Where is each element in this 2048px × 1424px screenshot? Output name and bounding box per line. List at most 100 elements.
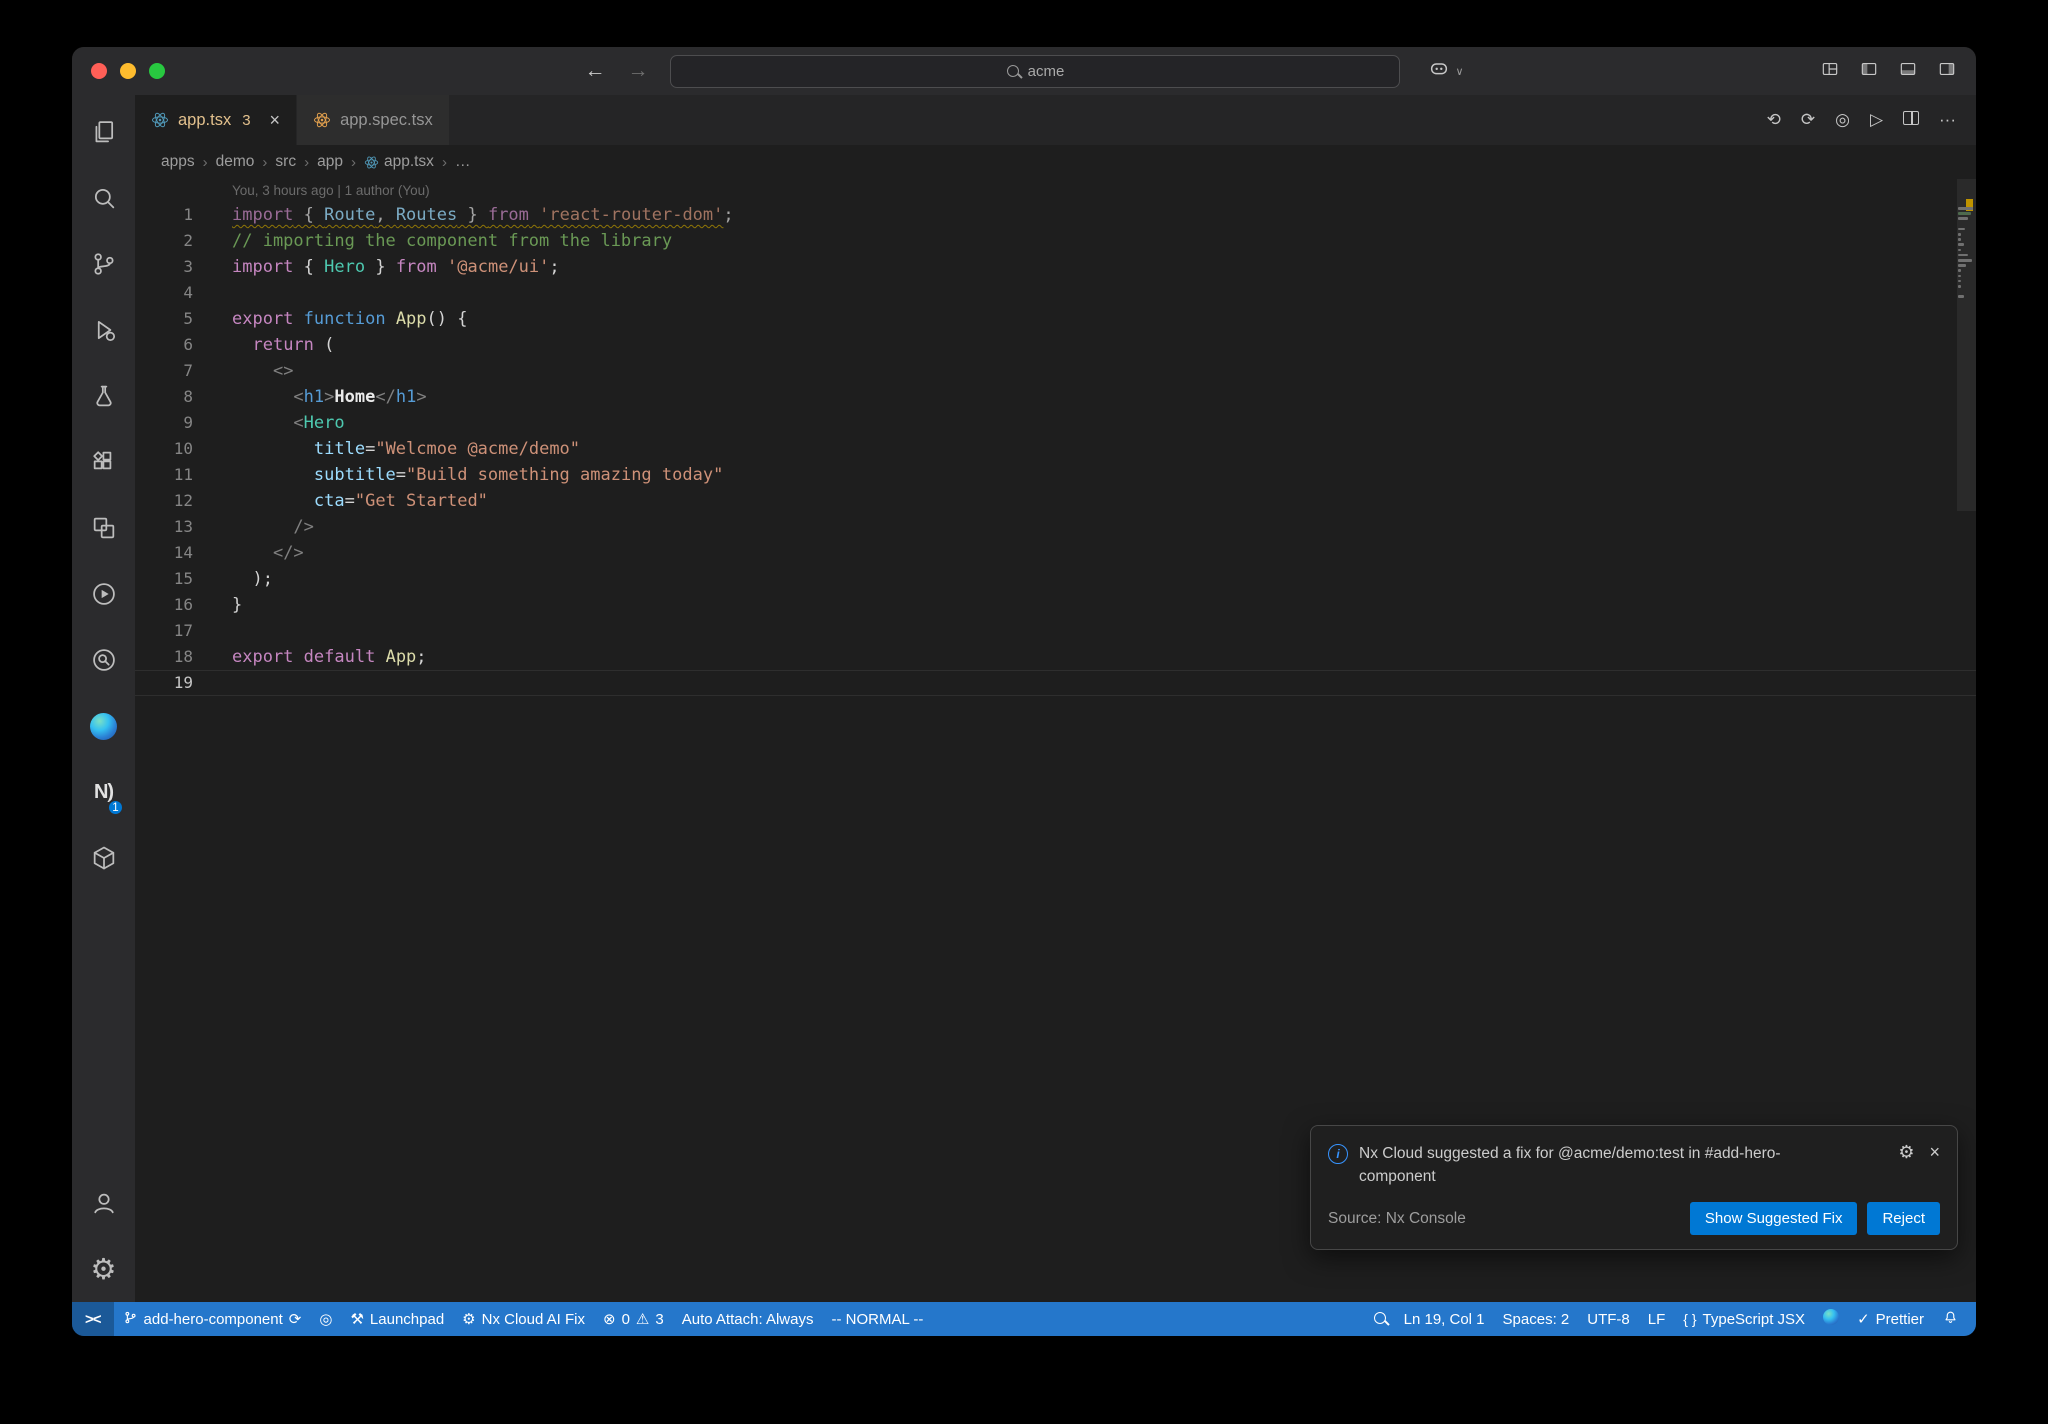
line-number[interactable]: 9 <box>135 410 193 436</box>
activity-run-target-icon[interactable] <box>72 561 135 627</box>
line-number[interactable]: 18 <box>135 644 193 670</box>
code-line-13[interactable]: 13 /> <box>135 514 1976 540</box>
activity-source-control-icon[interactable] <box>72 231 135 297</box>
breadcrumb-item-src[interactable]: src <box>275 153 296 171</box>
status-problems[interactable]: ⊗ 0 ⚠ 3 <box>594 1302 673 1336</box>
breadcrumb-item-apps[interactable]: apps <box>161 153 195 171</box>
status-edge-tools[interactable] <box>1814 1302 1848 1336</box>
breadcrumb-item-…[interactable]: … <box>455 153 471 171</box>
open-next-change-icon[interactable]: ⟳ <box>1801 110 1815 130</box>
activity-extensions-icon[interactable] <box>72 429 135 495</box>
line-number[interactable]: 8 <box>135 384 193 410</box>
open-previous-change-icon[interactable]: ⟲ <box>1767 110 1781 130</box>
line-number[interactable]: 19 <box>135 670 193 696</box>
activity-testing-icon[interactable] <box>72 363 135 429</box>
reject-button[interactable]: Reject <box>1867 1202 1940 1235</box>
line-number[interactable]: 17 <box>135 618 193 644</box>
line-number[interactable]: 11 <box>135 462 193 488</box>
customize-layout-icon[interactable] <box>1820 59 1840 84</box>
code-line-5[interactable]: 5 export function App() { <box>135 306 1976 332</box>
line-number[interactable]: 16 <box>135 592 193 618</box>
status-search-toggle[interactable] <box>1365 1302 1395 1336</box>
activity-search-icon[interactable] <box>72 165 135 231</box>
zoom-window-button[interactable] <box>149 63 165 79</box>
show-suggested-fix-button[interactable]: Show Suggested Fix <box>1689 1202 1858 1235</box>
activity-run-and-debug-icon[interactable] <box>72 297 135 363</box>
code-line-1[interactable]: 1 import { Route, Routes } from 'react-ro… <box>135 202 1976 228</box>
line-number[interactable]: 3 <box>135 254 193 280</box>
line-number[interactable]: 7 <box>135 358 193 384</box>
code-line-3[interactable]: 3 import { Hero } from '@acme/ui'; <box>135 254 1976 280</box>
status-auto-attach[interactable]: Auto Attach: Always <box>673 1302 823 1336</box>
status-notifications-bell[interactable] <box>1933 1302 1968 1336</box>
status-language-mode[interactable]: { } TypeScript JSX <box>1674 1302 1814 1336</box>
code-line-19[interactable]: 19 <box>135 670 1976 696</box>
line-number[interactable]: 1 <box>135 202 193 228</box>
activity-explorer-icon[interactable] <box>72 99 135 165</box>
toggle-secondary-sidebar-icon[interactable] <box>1937 59 1957 84</box>
activity-nx-console-icon[interactable]: N) 1 <box>72 759 135 825</box>
activity-remote-explorer-icon[interactable] <box>72 495 135 561</box>
code-line-2[interactable]: 2// importing the component from the lib… <box>135 228 1976 254</box>
minimize-window-button[interactable] <box>120 63 136 79</box>
code-line-6[interactable]: 6 return ( <box>135 332 1976 358</box>
notification-settings-icon[interactable]: ⚙ <box>1898 1142 1914 1163</box>
code-line-7[interactable]: 7 <> <box>135 358 1976 384</box>
toggle-primary-sidebar-icon[interactable] <box>1859 59 1879 84</box>
tab-app.tsx[interactable]: app.tsx 3 × <box>135 95 298 145</box>
code-line-9[interactable]: 9 <Hero <box>135 410 1976 436</box>
split-editor-icon[interactable] <box>1903 110 1920 130</box>
line-number[interactable]: 10 <box>135 436 193 462</box>
tab-app.spec.tsx[interactable]: app.spec.tsx <box>297 95 450 145</box>
status-nx-cloud-ai-fix[interactable]: ⚙ Nx Cloud AI Fix <box>453 1302 594 1336</box>
status-indentation[interactable]: Spaces: 2 <box>1494 1302 1579 1336</box>
status-eol[interactable]: LF <box>1639 1302 1675 1336</box>
code-line-14[interactable]: 14 </> <box>135 540 1976 566</box>
status-encoding[interactable]: UTF-8 <box>1578 1302 1639 1336</box>
navigate-forward-icon[interactable]: → <box>627 59 648 83</box>
status-formatter[interactable]: ✓ Prettier <box>1848 1302 1933 1336</box>
breadcrumb-item-demo[interactable]: demo <box>216 153 255 171</box>
activity-code-inspect-icon[interactable] <box>72 627 135 693</box>
toggle-panel-icon[interactable] <box>1898 59 1918 84</box>
copilot-menu[interactable]: ∨ <box>1428 58 1464 85</box>
navigate-back-icon[interactable]: ← <box>584 59 605 83</box>
command-center-search[interactable]: acme <box>670 54 1401 88</box>
more-actions-icon[interactable]: ··· <box>1939 110 1956 130</box>
activity-dependencies-icon[interactable] <box>72 825 135 891</box>
status-git-branch[interactable]: add-hero-component ⟳ <box>114 1302 311 1336</box>
breadcrumb-item-app[interactable]: app <box>317 153 343 171</box>
line-number[interactable]: 5 <box>135 306 193 332</box>
status-gitlens[interactable]: ◎ <box>310 1302 341 1336</box>
status-launchpad[interactable]: ⚒ Launchpad <box>341 1302 453 1336</box>
line-number[interactable]: 14 <box>135 540 193 566</box>
code-line-8[interactable]: 8 <h1>Home</h1> <box>135 384 1976 410</box>
notification-close-icon[interactable]: × <box>1929 1142 1940 1163</box>
code-line-16[interactable]: 16} <box>135 592 1976 618</box>
code-editor[interactable]: You, 3 hours ago | 1 author (You) 1 impor… <box>135 179 1976 1302</box>
code-line-18[interactable]: 18 export default App; <box>135 644 1976 670</box>
tab-close-icon[interactable]: × <box>270 111 281 129</box>
status-remote[interactable]: >< <box>72 1302 114 1336</box>
status-vim-mode[interactable]: -- NORMAL -- <box>822 1302 932 1336</box>
code-line-11[interactable]: 11 subtitle="Build something amazing tod… <box>135 462 1976 488</box>
line-number[interactable]: 13 <box>135 514 193 540</box>
run-target-icon[interactable]: ◎ <box>1835 110 1850 130</box>
code-line-4[interactable]: 4 <box>135 280 1976 306</box>
close-window-button[interactable] <box>91 63 107 79</box>
line-number[interactable]: 4 <box>135 280 193 306</box>
status-cursor-position[interactable]: Ln 19, Col 1 <box>1395 1302 1494 1336</box>
breadcrumb-item-app.tsx[interactable]: app.tsx <box>364 153 434 171</box>
code-line-17[interactable]: 17 <box>135 618 1976 644</box>
code-line-10[interactable]: 10 title="Welcmoe @acme/demo" <box>135 436 1976 462</box>
activity-settings-icon[interactable]: ⚙ <box>72 1236 135 1302</box>
line-number[interactable]: 6 <box>135 332 193 358</box>
code-line-12[interactable]: 12 cta="Get Started" <box>135 488 1976 514</box>
line-number[interactable]: 12 <box>135 488 193 514</box>
line-number[interactable]: 15 <box>135 566 193 592</box>
activity-edge-browser-icon[interactable] <box>72 693 135 759</box>
code-line-15[interactable]: 15 ); <box>135 566 1976 592</box>
run-file-icon[interactable]: ▷ <box>1870 110 1883 130</box>
activity-account-icon[interactable] <box>72 1170 135 1236</box>
line-number[interactable]: 2 <box>135 228 193 254</box>
